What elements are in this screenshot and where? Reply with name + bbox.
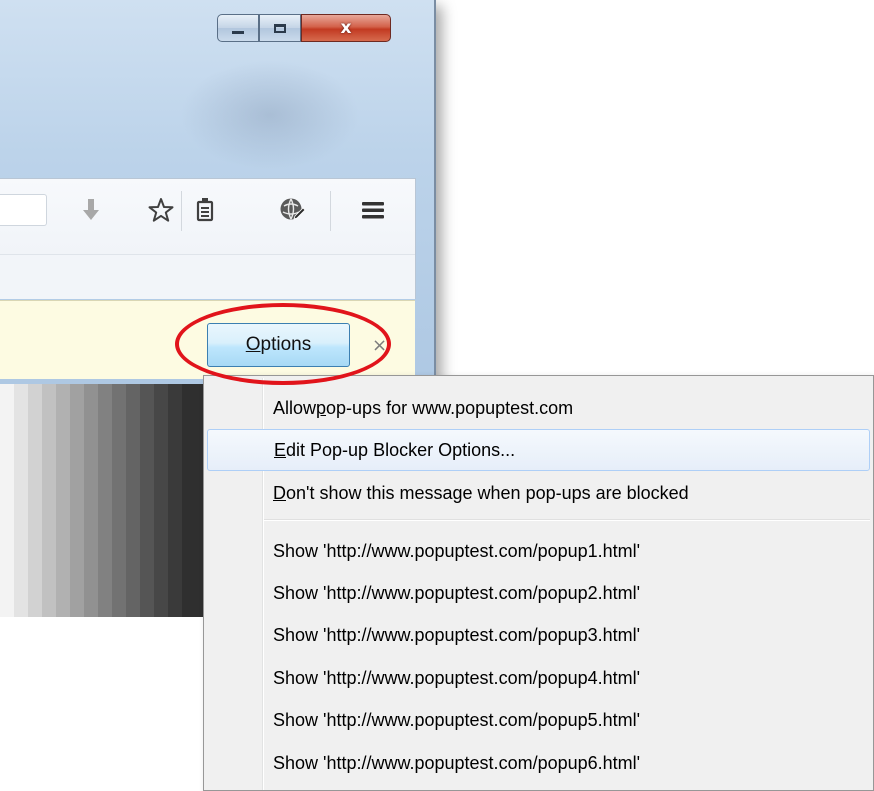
menu-item-show-popup[interactable]: Show 'http://www.popuptest.com/popup6.ht… bbox=[207, 742, 870, 784]
menu-item-text: op-ups for www.popuptest.com bbox=[326, 397, 574, 418]
menu-item-mnemonic: E bbox=[274, 439, 287, 460]
menu-separator bbox=[264, 519, 870, 520]
close-window-button[interactable]: x bbox=[301, 14, 391, 42]
window-controls: x bbox=[217, 14, 391, 42]
options-button-mnemonic: O bbox=[245, 334, 261, 355]
menu-item-text: Allow bbox=[273, 397, 317, 418]
page-content-gradient bbox=[0, 384, 206, 617]
menu-item-dont-show-message[interactable]: Don't show this message when pop-ups are… bbox=[207, 472, 870, 514]
menu-item-text: on't show this message when pop-ups are … bbox=[286, 482, 689, 503]
options-context-menu: Allow p op-ups for www.popuptest.com Edit… bbox=[203, 375, 874, 791]
globe-addon-icon[interactable] bbox=[274, 196, 310, 224]
toolbar-separator bbox=[330, 191, 331, 231]
close-icon: x bbox=[340, 18, 352, 38]
navigation-toolbar bbox=[0, 178, 416, 299]
bookmark-star-icon[interactable] bbox=[145, 196, 177, 224]
popup-blocked-notification-bar: Options × bbox=[0, 300, 415, 379]
toolbar-separator bbox=[181, 191, 182, 231]
hamburger-menu-icon[interactable] bbox=[357, 196, 389, 224]
menu-item-show-popup[interactable]: Show 'http://www.popuptest.com/popup1.ht… bbox=[207, 530, 870, 572]
menu-item-text: dit Pop-up Blocker Options... bbox=[286, 439, 516, 460]
menu-item-edit-popup-blocker-options[interactable]: Edit Pop-up Blocker Options... bbox=[207, 429, 870, 471]
reading-list-icon[interactable] bbox=[189, 196, 221, 224]
url-bar[interactable] bbox=[0, 194, 47, 226]
minimize-button[interactable] bbox=[217, 14, 259, 42]
maximize-button[interactable] bbox=[259, 14, 301, 42]
maximize-icon bbox=[274, 23, 286, 33]
options-button-label: ptions bbox=[260, 334, 312, 355]
minimize-icon bbox=[232, 30, 244, 34]
bookmarks-toolbar bbox=[0, 254, 415, 299]
browser-window: x Options × bbox=[0, 0, 436, 384]
menu-item-show-popup[interactable]: Show 'http://www.popuptest.com/popup5.ht… bbox=[207, 699, 870, 741]
menu-item-mnemonic: p bbox=[316, 397, 327, 418]
menu-item-allow-popups[interactable]: Allow p op-ups for www.popuptest.com bbox=[207, 387, 870, 429]
menu-item-show-popup[interactable]: Show 'http://www.popuptest.com/popup3.ht… bbox=[207, 614, 870, 656]
close-notification-icon[interactable]: × bbox=[372, 335, 387, 356]
menu-item-mnemonic: D bbox=[273, 482, 286, 503]
download-arrow-icon[interactable] bbox=[76, 196, 106, 224]
menu-item-show-popup[interactable]: Show 'http://www.popuptest.com/popup4.ht… bbox=[207, 657, 870, 699]
menu-item-show-popup[interactable]: Show 'http://www.popuptest.com/popup2.ht… bbox=[207, 572, 870, 614]
options-button[interactable]: Options bbox=[207, 323, 350, 367]
